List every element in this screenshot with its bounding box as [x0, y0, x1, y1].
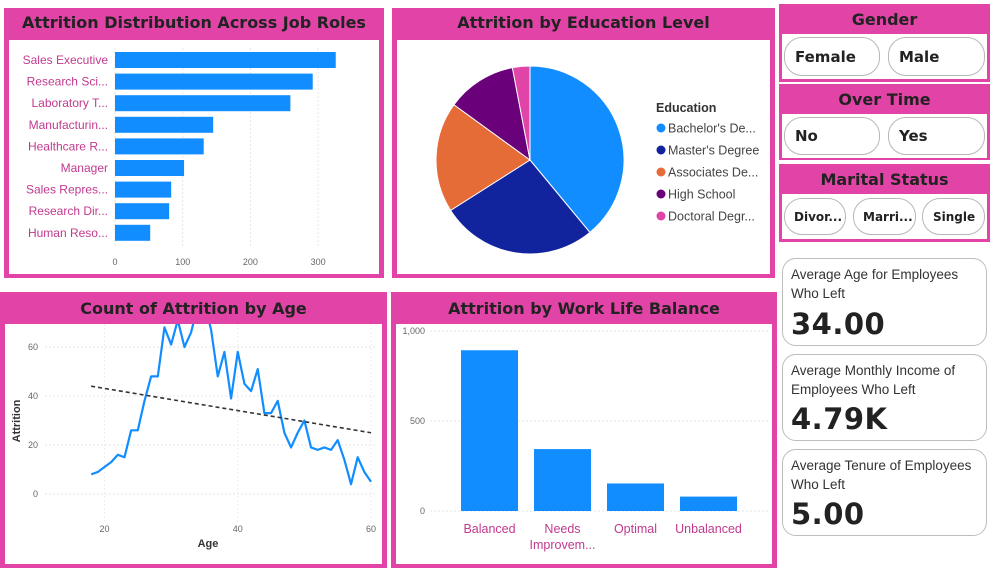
wlb-category-label: Balanced — [463, 522, 515, 536]
job-roles-bar — [115, 203, 170, 220]
age-panel: Count of Attrition by Age 02040608020406… — [0, 292, 387, 568]
wlb-y-tick: 1,000 — [402, 326, 425, 336]
age-x-axis-label: Age — [198, 538, 219, 550]
education-legend-label: Bachelor's De... — [668, 122, 756, 136]
wlb-bar-chart[interactable]: 0 500 1,000 Balanced Needs Improvem... Optimal… — [396, 324, 772, 564]
education-legend-marker — [656, 123, 666, 133]
job-roles-category-label: Manager — [61, 161, 108, 175]
education-legend-marker — [656, 189, 666, 199]
kpi-avg-income-label: Average Monthly Income of Employees Who … — [791, 363, 956, 397]
kpi-avg-tenure-value: 5.00 — [791, 497, 865, 531]
job-roles-bar-chart[interactable]: 0 100 200 300 Sales Executive Research Sci...… — [9, 40, 379, 274]
age-line-chart[interactable]: 020406080204060AgeAttrition — [5, 293, 382, 564]
wlb-y-tick: 0 — [420, 506, 425, 516]
job-roles-bar — [115, 52, 336, 68]
age-chart-area: 020406080204060AgeAttrition — [5, 293, 382, 564]
marital-option-divorced[interactable]: Divor... — [784, 198, 846, 235]
job-roles-bar — [115, 138, 204, 155]
job-roles-category-label: Sales Repres... — [26, 183, 108, 197]
education-legend-label: Associates De... — [668, 166, 758, 180]
job-roles-x-tick: 100 — [175, 257, 190, 267]
age-y-tick: 20 — [28, 440, 38, 450]
job-roles-category-label: Manufacturin... — [29, 118, 108, 132]
age-y-axis-label: Attrition — [11, 399, 23, 442]
age-y-tick: 40 — [28, 391, 38, 401]
education-legend-marker — [656, 145, 666, 155]
job-roles-category-label: Sales Executive — [23, 53, 109, 67]
marital-option-single-label: Single — [933, 209, 976, 224]
job-roles-bar — [115, 73, 313, 90]
education-pie-chart[interactable]: Education Bachelor's De... Master's Degree… — [397, 40, 770, 274]
education-legend-label: Doctoral Degr... — [668, 210, 755, 224]
gender-slicer-title: Gender — [851, 9, 918, 29]
overtime-option-no[interactable]: No — [784, 117, 880, 155]
wlb-category-label: Optimal — [614, 522, 657, 536]
age-x-tick: 20 — [99, 524, 109, 534]
overtime-option-yes-label: Yes — [899, 127, 928, 145]
wlb-bar — [534, 449, 591, 511]
marital-option-married[interactable]: Marri... — [853, 198, 916, 235]
wlb-title: Attrition by Work Life Balance — [448, 298, 720, 318]
overtime-slicer: Over Time No Yes — [779, 84, 990, 160]
age-x-tick: 40 — [233, 524, 243, 534]
age-attrition-line — [90, 301, 372, 486]
wlb-y-tick: 500 — [410, 416, 425, 426]
gender-option-male-label: Male — [899, 47, 940, 66]
overtime-option-no-label: No — [795, 127, 818, 145]
job-roles-title: Attrition Distribution Across Job Roles — [22, 12, 366, 32]
job-roles-category-label: Research Dir... — [29, 204, 108, 218]
job-roles-panel: Attrition Distribution Across Job Roles … — [4, 8, 384, 278]
wlb-chart-area: 0 500 1,000 Balanced Needs Improvem... Optimal… — [396, 324, 772, 564]
kpi-avg-tenure-label: Average Tenure of Employees Who Left — [791, 458, 972, 492]
kpi-avg-age-label: Average Age for Employees Who Left — [791, 267, 959, 301]
kpi-card-avg-income[interactable]: Average Monthly Income of Employees Who … — [782, 354, 987, 441]
marital-slicer-title: Marital Status — [820, 169, 949, 189]
kpi-card-avg-tenure[interactable]: Average Tenure of Employees Who Left 5.0… — [782, 449, 987, 536]
job-roles-bar — [115, 224, 151, 241]
marital-option-married-label: Marri... — [863, 209, 913, 224]
job-roles-x-tick: 0 — [112, 257, 117, 267]
marital-slicer: Marital Status Divor... Marri... Single — [779, 164, 990, 242]
job-roles-category-label: Human Reso... — [28, 226, 108, 240]
gender-slicer: Gender Female Male — [779, 4, 990, 82]
wlb-category-label: Unbalanced — [675, 522, 742, 536]
kpi-card-avg-age[interactable]: Average Age for Employees Who Left 34.00 — [782, 258, 987, 346]
gender-option-male[interactable]: Male — [888, 37, 985, 76]
job-roles-bar — [115, 95, 291, 112]
education-legend-marker — [656, 167, 666, 177]
marital-option-divorced-label: Divor... — [794, 209, 843, 224]
job-roles-x-tick: 200 — [243, 257, 258, 267]
age-title: Count of Attrition by Age — [80, 298, 307, 318]
job-roles-x-tick: 300 — [311, 257, 326, 267]
job-roles-chart-area: 0 100 200 300 Sales Executive Research Sci...… — [9, 40, 379, 274]
overtime-option-yes[interactable]: Yes — [888, 117, 985, 155]
gender-option-female-label: Female — [795, 47, 856, 66]
wlb-bar — [680, 496, 737, 511]
age-y-tick: 60 — [28, 342, 38, 352]
kpi-avg-income-value: 4.79K — [791, 402, 888, 436]
education-legend-title: Education — [656, 101, 716, 115]
education-chart-area: Education Bachelor's De... Master's Degree… — [397, 40, 770, 274]
overtime-slicer-title: Over Time — [838, 89, 931, 109]
job-roles-bar — [115, 116, 214, 133]
wlb-panel: Attrition by Work Life Balance 0 500 1,000… — [391, 292, 777, 568]
job-roles-bar — [115, 181, 172, 198]
job-roles-bar — [115, 160, 185, 176]
job-roles-category-label: Laboratory T... — [32, 96, 109, 110]
wlb-bar — [461, 350, 518, 511]
job-roles-category-label: Research Sci... — [27, 75, 108, 89]
wlb-category-label: Needs Improvem... — [530, 522, 596, 552]
gender-option-female[interactable]: Female — [784, 37, 880, 76]
age-x-tick: 60 — [366, 524, 376, 534]
education-legend-marker — [656, 211, 666, 221]
wlb-bar — [607, 483, 664, 511]
education-legend-label: Master's Degree — [668, 144, 759, 158]
age-y-tick: 0 — [33, 489, 38, 499]
education-panel: Attrition by Education Level Education Ba… — [392, 8, 775, 278]
kpi-avg-age-value: 34.00 — [791, 307, 886, 341]
job-roles-category-label: Healthcare R... — [28, 139, 108, 153]
education-legend-label: High School — [668, 188, 735, 202]
education-title: Attrition by Education Level — [457, 12, 710, 32]
marital-option-single[interactable]: Single — [922, 198, 985, 235]
